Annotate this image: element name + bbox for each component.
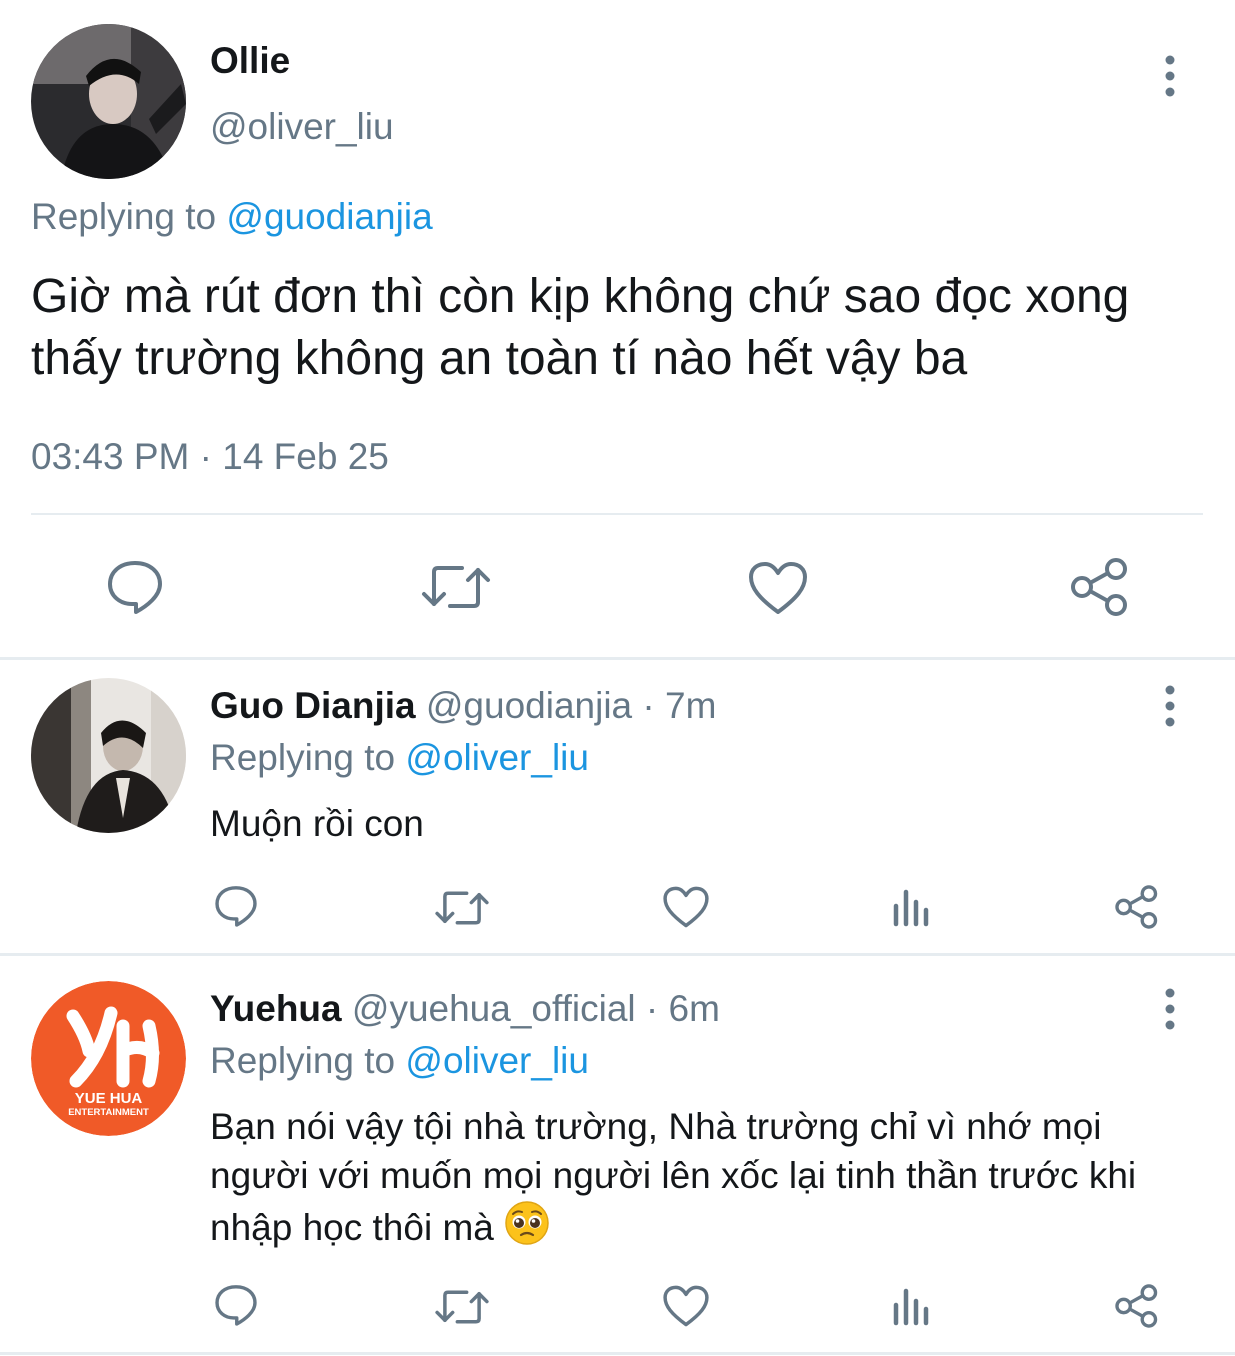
user-handle[interactable]: @oliver_liu: [210, 106, 394, 148]
reply-header: Yuehua @yuehua_official · 6m: [210, 988, 720, 1030]
mention-link[interactable]: @oliver_liu: [405, 1040, 589, 1081]
reply-handle-time[interactable]: @guodianjia · 7m: [426, 685, 717, 726]
tweet-timestamp[interactable]: 03:43 PM · 14 Feb 25: [31, 436, 389, 478]
tweet-separator: [0, 657, 1235, 660]
tweet-separator: [0, 1352, 1235, 1355]
mention-link[interactable]: @guodianjia: [226, 196, 432, 237]
tweet-separator: [0, 953, 1235, 956]
divider: [31, 513, 1203, 515]
reply-display-name[interactable]: Yuehua: [210, 988, 342, 1029]
replying-to-label: Replying to: [210, 1040, 396, 1081]
mention-link[interactable]: @oliver_liu: [405, 737, 589, 778]
replying-to-line: Replying to @guodianjia: [31, 196, 433, 238]
share-icon[interactable]: [1113, 1283, 1161, 1329]
analytics-icon[interactable]: [891, 1287, 933, 1327]
retweet-icon[interactable]: [434, 1286, 490, 1328]
like-icon[interactable]: [662, 885, 710, 929]
reply-text: Bạn nói vậy tội nhà trường, Nhà trường c…: [210, 1102, 1200, 1258]
reply-header: Guo Dianjia @guodianjia · 7m: [210, 685, 716, 727]
share-icon[interactable]: [1113, 884, 1161, 930]
pleading-face-emoji: [504, 1200, 550, 1258]
replying-to-line: Replying to @oliver_liu: [210, 1040, 589, 1082]
share-icon[interactable]: [1068, 556, 1132, 618]
replying-to-label: Replying to: [31, 196, 217, 237]
like-icon[interactable]: [662, 1284, 710, 1328]
reply-icon[interactable]: [213, 884, 259, 928]
replying-to-line: Replying to @oliver_liu: [210, 737, 589, 779]
reply-text-body: Bạn nói vậy tội nhà trường, Nhà trường c…: [210, 1106, 1137, 1248]
reply-icon[interactable]: [105, 558, 165, 616]
more-options-icon[interactable]: [1152, 54, 1188, 98]
retweet-icon[interactable]: [420, 560, 492, 614]
display-name[interactable]: Ollie: [210, 40, 290, 82]
more-options-icon[interactable]: [1152, 987, 1188, 1031]
replying-to-label: Replying to: [210, 737, 396, 778]
reply-text: Muộn rồi con: [210, 803, 424, 844]
logo-text-yuehua: YUE HUA: [75, 1090, 143, 1107]
reply-handle-time[interactable]: @yuehua_official · 6m: [352, 988, 720, 1029]
reply-icon[interactable]: [213, 1283, 259, 1327]
retweet-icon[interactable]: [434, 887, 490, 929]
avatar-guodianjia[interactable]: [31, 678, 186, 833]
avatar-ollie[interactable]: [31, 24, 186, 179]
like-icon[interactable]: [747, 560, 809, 616]
avatar-yuehua[interactable]: YUE HUA ENTERTAINMENT: [31, 981, 186, 1136]
reply-display-name[interactable]: Guo Dianjia: [210, 685, 416, 726]
tweet-text: Giờ mà rút đơn thì còn kịp không chứ sao…: [31, 270, 1130, 385]
logo-text-entertainment: ENTERTAINMENT: [68, 1107, 149, 1118]
analytics-icon[interactable]: [891, 888, 933, 928]
more-options-icon[interactable]: [1152, 684, 1188, 728]
